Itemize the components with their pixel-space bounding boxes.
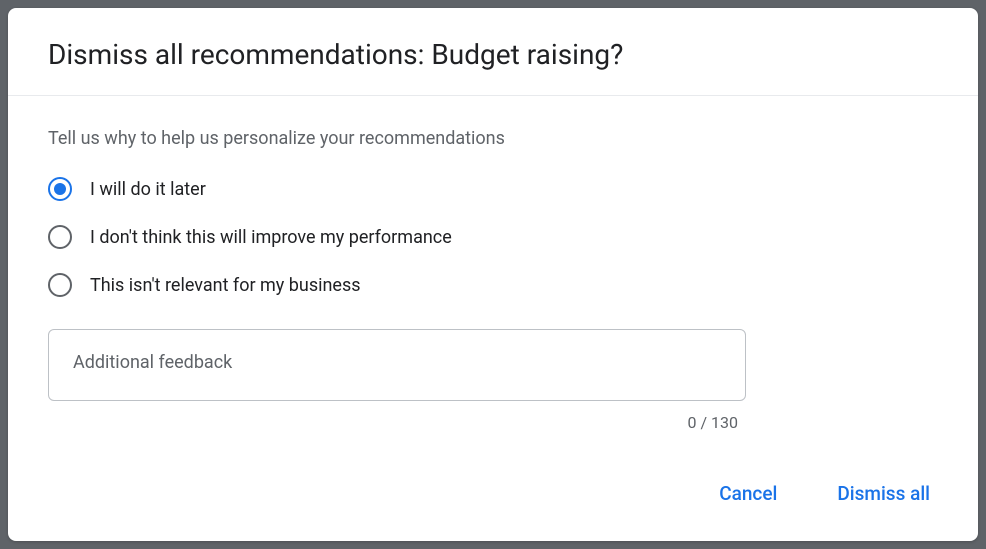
radio-option-no-improve[interactable]: I don't think this will improve my perfo…: [48, 225, 938, 249]
radio-unselected-icon: [48, 273, 72, 297]
radio-label: I will do it later: [90, 179, 206, 200]
dialog-footer: Cancel Dismiss all: [8, 458, 978, 541]
dismiss-all-button[interactable]: Dismiss all: [825, 474, 942, 513]
dialog-header: Dismiss all recommendations: Budget rais…: [8, 8, 978, 96]
radio-label: I don't think this will improve my perfo…: [90, 227, 452, 248]
radio-label: This isn't relevant for my business: [90, 275, 361, 296]
feedback-field-wrapper: 0 / 130: [48, 329, 746, 432]
radio-option-later[interactable]: I will do it later: [48, 177, 938, 201]
feedback-textarea[interactable]: [48, 329, 746, 401]
dialog-body: Tell us why to help us personalize your …: [8, 96, 978, 458]
reason-radio-group: I will do it later I don't think this wi…: [48, 177, 938, 297]
radio-unselected-icon: [48, 225, 72, 249]
cancel-button[interactable]: Cancel: [707, 474, 789, 513]
radio-option-not-relevant[interactable]: This isn't relevant for my business: [48, 273, 938, 297]
dismiss-recommendations-dialog: Dismiss all recommendations: Budget rais…: [8, 8, 978, 541]
dialog-subtitle: Tell us why to help us personalize your …: [48, 128, 938, 149]
dialog-title: Dismiss all recommendations: Budget rais…: [48, 38, 938, 71]
radio-dot-icon: [54, 183, 66, 195]
char-counter: 0 / 130: [48, 413, 746, 432]
radio-selected-icon: [48, 177, 72, 201]
